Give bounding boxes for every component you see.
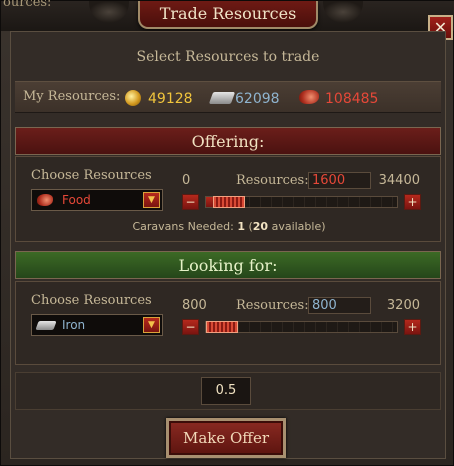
chevron-down-icon[interactable]: ▼ [143, 317, 160, 333]
caravans-available-suffix: available) [271, 220, 326, 233]
looking-min: 800 [182, 298, 207, 313]
caravans-needed-value: 1 [237, 220, 245, 233]
caravans-available-value: 20 [252, 220, 269, 233]
offering-amount-input[interactable]: 1600 [308, 172, 371, 189]
window-title: Trade Resources [138, 1, 318, 29]
iron-bar-icon [35, 321, 57, 330]
looking-increase-button[interactable]: + [404, 319, 421, 335]
offering-choose-label: Choose Resources [31, 168, 152, 183]
trade-resources-window: ources: Trade Resources ✕ Select Resourc… [0, 0, 454, 466]
offering-panel: Choose Resources Food ▼ 0 Resources: 160… [15, 156, 441, 242]
looking-choose-label: Choose Resources [31, 293, 152, 308]
meat-icon [299, 90, 319, 104]
food-amount: 108485 [325, 91, 379, 107]
trade-ratio: 0.5 [201, 377, 251, 405]
offering-decrease-button[interactable]: − [182, 194, 199, 210]
looking-for-panel: Choose Resources Iron ▼ 800 Resources: 8… [15, 281, 441, 365]
make-offer-button[interactable]: Make Offer [166, 418, 286, 458]
background-text: ources: [3, 0, 52, 10]
looking-selected-resource: Iron [62, 318, 86, 332]
iron-amount: 62098 [235, 91, 280, 107]
looking-slider[interactable] [205, 321, 398, 333]
left-wing-ornament [89, 1, 129, 23]
looking-slider-thumb[interactable] [206, 321, 238, 333]
looking-decrease-button[interactable]: − [182, 319, 199, 335]
looking-for-header: Looking for: [15, 251, 441, 279]
meat-icon [37, 194, 53, 206]
offering-slider[interactable] [205, 196, 398, 208]
offering-min: 0 [182, 173, 191, 188]
looking-amount-input[interactable]: 800 [308, 297, 371, 314]
looking-resources-label: Resources: [236, 298, 309, 313]
caravans-prefix: Caravans Needed: [132, 220, 234, 233]
offering-increase-button[interactable]: + [404, 194, 421, 210]
looking-max: 3200 [386, 298, 420, 313]
offering-resource-dropdown[interactable]: Food ▼ [31, 189, 163, 211]
offering-resources-label: Resources: [236, 173, 309, 188]
offering-slider-thumb[interactable] [213, 196, 245, 208]
iron-bar-icon [208, 92, 236, 104]
chevron-down-icon[interactable]: ▼ [143, 192, 160, 208]
offering-selected-resource: Food [62, 193, 91, 207]
looking-resource-dropdown[interactable]: Iron ▼ [31, 314, 163, 336]
offering-max: 34400 [378, 173, 420, 188]
caravans-needed-text: Caravans Needed: 1 (20 available) [132, 220, 326, 233]
right-wing-ornament [323, 1, 363, 23]
offering-header: Offering: [15, 127, 441, 155]
my-resources-row: My Resources: 49128 62098 108485 [15, 81, 441, 113]
my-resources-label: My Resources: [23, 89, 121, 104]
subtitle: Select Resources to trade [136, 49, 320, 65]
gold-coin-icon [125, 90, 141, 106]
gold-amount: 49128 [148, 91, 193, 107]
